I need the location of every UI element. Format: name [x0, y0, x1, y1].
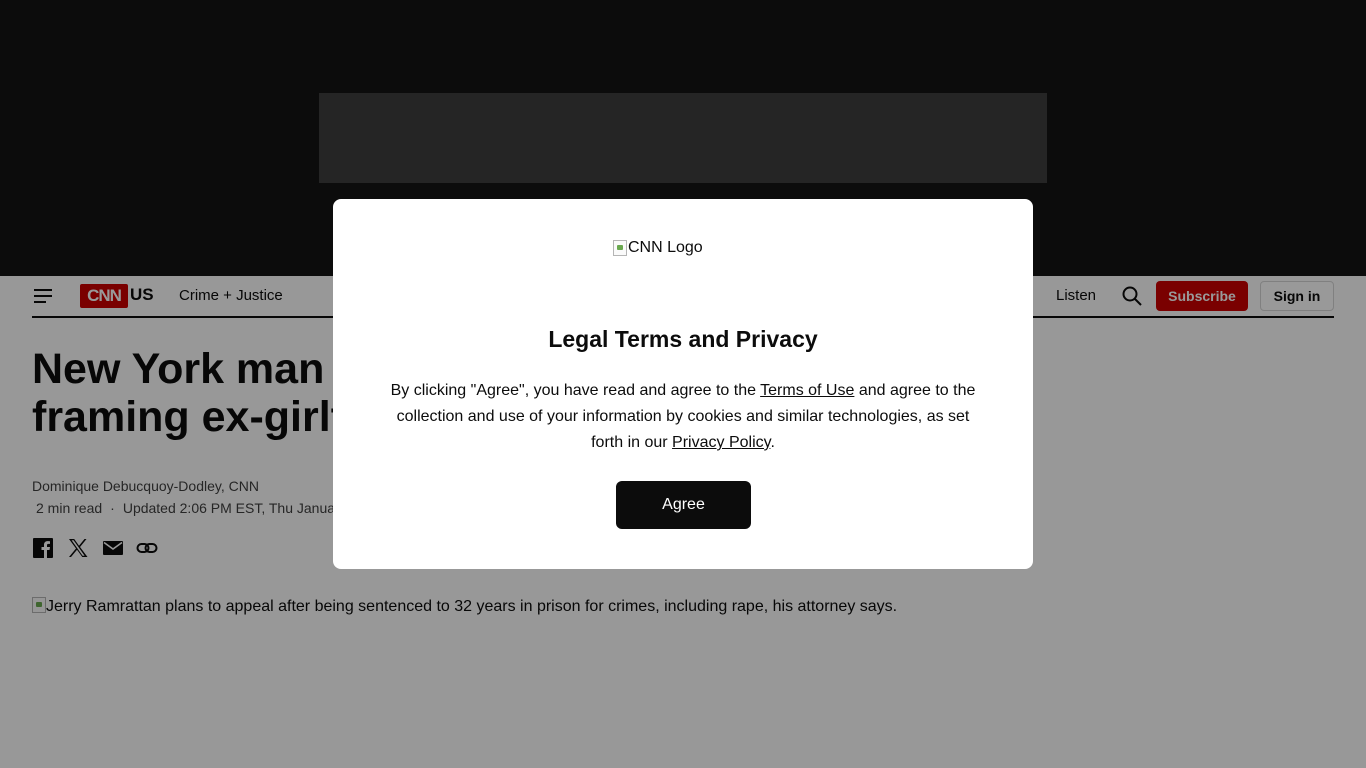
terms-of-use-link[interactable]: Terms of Use: [760, 382, 854, 399]
legal-terms-modal: CNN Logo Legal Terms and Privacy By clic…: [333, 199, 1033, 569]
broken-image-icon: [613, 240, 627, 256]
modal-cnn-logo: CNN Logo: [613, 239, 703, 257]
logo-alt-text: CNN Logo: [628, 239, 703, 256]
modal-body-text-1: By clicking "Agree", you have read and a…: [390, 382, 761, 399]
agree-button[interactable]: Agree: [616, 481, 751, 529]
modal-title: Legal Terms and Privacy: [548, 326, 818, 352]
modal-body: By clicking "Agree", you have read and a…: [383, 378, 983, 456]
modal-body-text-3: .: [770, 434, 775, 451]
privacy-policy-link[interactable]: Privacy Policy: [672, 434, 770, 451]
